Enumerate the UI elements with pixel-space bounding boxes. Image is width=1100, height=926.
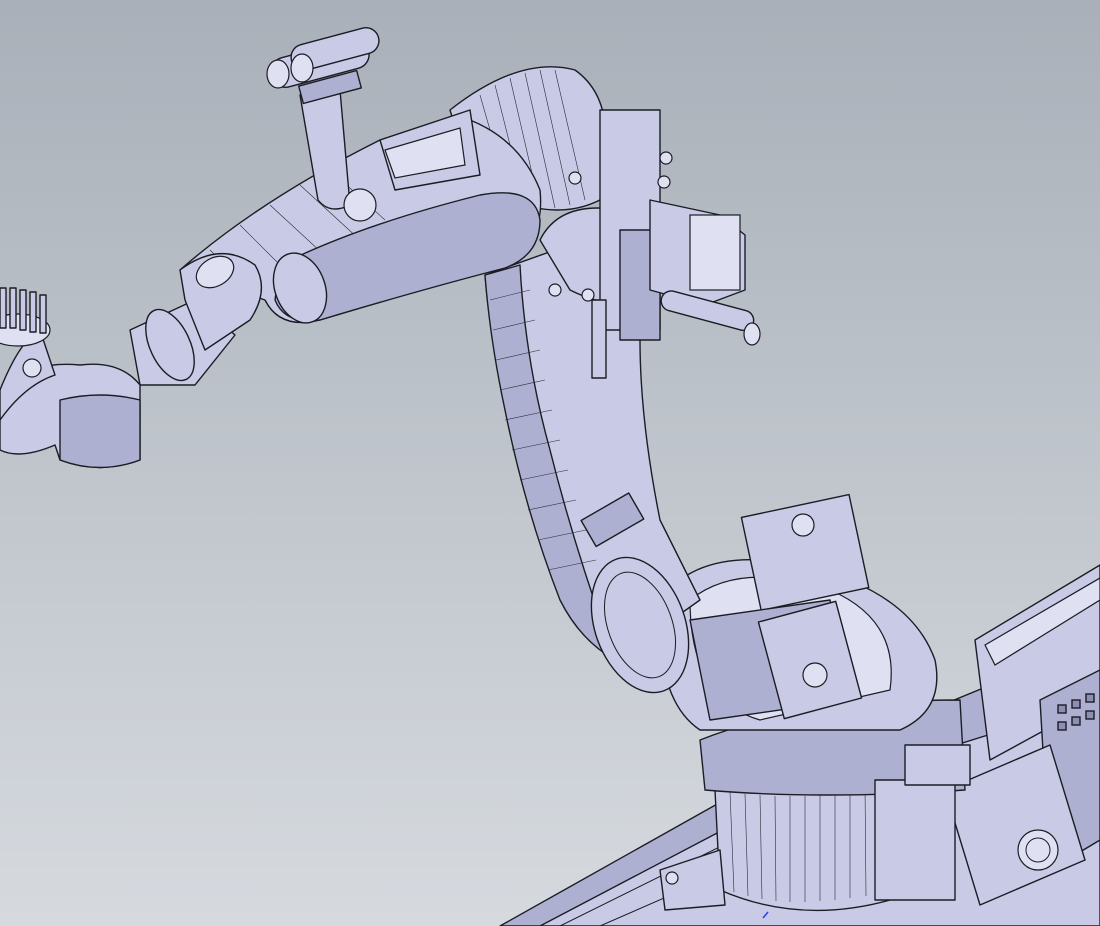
base-column [659,699,971,912]
wrist-assembly [129,253,263,386]
cad-viewport[interactable] [0,0,1100,926]
robot-arm-model [0,27,1100,926]
end-effector [0,287,141,469]
shoulder-housing [658,493,938,731]
top-sensor-tubes [266,27,380,105]
